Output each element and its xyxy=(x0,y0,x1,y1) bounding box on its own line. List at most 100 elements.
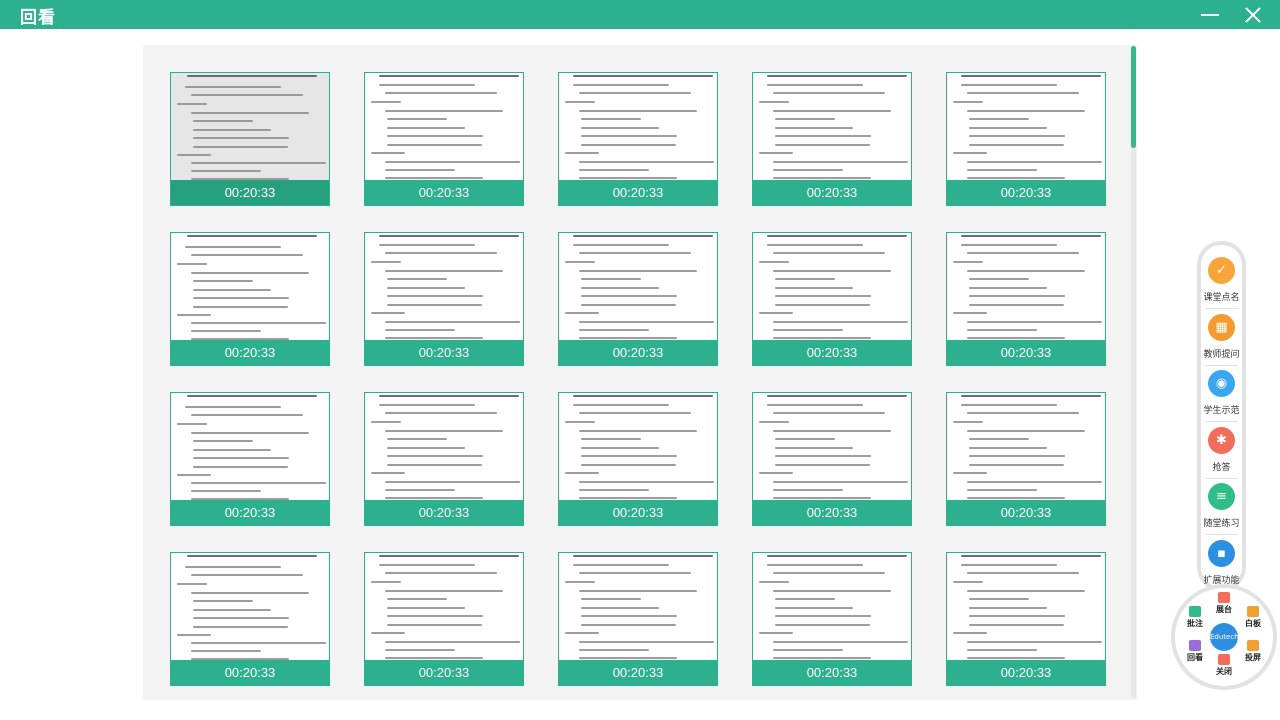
playback-thumbnail[interactable]: 00:20:33 xyxy=(170,552,330,686)
preview-text-line xyxy=(969,295,1065,297)
toolbar-item-buzzer[interactable]: ✱ 抢答 xyxy=(1201,423,1242,479)
preview-text-line xyxy=(387,304,482,306)
preview-text-line xyxy=(371,421,401,423)
wheel-item-booth[interactable]: 展台 xyxy=(1209,592,1239,618)
playback-thumbnail[interactable]: 00:20:33 xyxy=(170,232,330,366)
wheel-item-playback[interactable]: 回看 xyxy=(1180,640,1210,666)
preview-text-line xyxy=(387,455,483,457)
preview-text-line xyxy=(759,152,793,154)
preview-text-line xyxy=(565,101,595,103)
wheel-item-whiteboard[interactable]: 白板 xyxy=(1238,606,1268,632)
classroom-toolbar: ✓ 课堂点名 ▦ 教师提问 ◉ 学生示范 ✱ 抢答 ≡ 随堂练习 ▪ 扩展功能 xyxy=(1197,241,1246,591)
preview-text-line xyxy=(759,101,789,103)
playback-thumbnail[interactable]: 00:20:33 xyxy=(170,392,330,526)
preview-text-line xyxy=(961,564,1057,566)
wheel-item-annotate[interactable]: 批注 xyxy=(1180,606,1210,632)
playback-thumbnail[interactable]: 00:20:33 xyxy=(752,232,912,366)
thumbnail-timestamp: 00:20:33 xyxy=(947,340,1105,365)
preview-text-line xyxy=(581,135,677,137)
preview-text-line xyxy=(581,295,677,297)
preview-text-line xyxy=(385,657,483,659)
preview-text-line xyxy=(193,137,289,139)
scrollbar[interactable] xyxy=(1131,46,1136,698)
minimize-button[interactable] xyxy=(1190,0,1230,29)
toolbar-item-teacher-question[interactable]: ▦ 教师提问 xyxy=(1201,310,1242,366)
preview-text-line xyxy=(767,555,907,557)
preview-text-line xyxy=(969,615,1065,617)
playback-thumbnail[interactable]: 00:20:33 xyxy=(558,72,718,206)
preview-text-line xyxy=(969,118,1029,120)
preview-text-line xyxy=(773,92,885,94)
preview-text-line xyxy=(387,447,465,449)
preview-text-line xyxy=(581,607,659,609)
playback-thumbnail[interactable]: 00:20:33 xyxy=(946,72,1106,206)
preview-text-line xyxy=(775,287,853,289)
playback-icon xyxy=(1189,640,1201,651)
preview-text-line xyxy=(953,581,983,583)
preview-text-line xyxy=(969,304,1064,306)
playback-thumbnail[interactable]: 00:20:33 xyxy=(364,232,524,366)
playback-thumbnail[interactable]: 00:20:33 xyxy=(752,552,912,686)
playback-thumbnail[interactable]: 00:20:33 xyxy=(946,552,1106,686)
preview-text-line xyxy=(581,118,641,120)
preview-text-line xyxy=(767,84,863,86)
preview-text-line xyxy=(969,287,1047,289)
preview-text-line xyxy=(579,657,677,659)
thumbnail-timestamp: 00:20:33 xyxy=(559,500,717,525)
preview-text-line xyxy=(767,244,863,246)
wheel-item-label: 投屏 xyxy=(1245,653,1261,662)
preview-text-line xyxy=(385,572,497,574)
preview-text-line xyxy=(379,84,475,86)
preview-text-line xyxy=(773,161,908,163)
preview-text-line xyxy=(775,118,835,120)
preview-text-line xyxy=(953,261,983,263)
playback-thumbnail[interactable]: 00:20:33 xyxy=(752,72,912,206)
thumbnail-timestamp: 00:20:33 xyxy=(947,500,1105,525)
playback-thumbnail[interactable]: 00:20:33 xyxy=(364,552,524,686)
preview-text-line xyxy=(775,304,870,306)
preview-text-line xyxy=(767,564,863,566)
preview-text-line xyxy=(191,170,261,172)
preview-text-line xyxy=(969,278,1029,280)
close-window-button[interactable] xyxy=(1232,0,1272,29)
preview-text-line xyxy=(387,615,483,617)
playback-thumbnail[interactable]: 00:20:33 xyxy=(364,392,524,526)
playback-thumbnail[interactable]: 00:20:33 xyxy=(558,232,718,366)
preview-text-line xyxy=(579,92,691,94)
toolbar-item-practice[interactable]: ≡ 随堂练习 xyxy=(1201,479,1242,535)
wheel-item-screen-cast[interactable]: 投屏 xyxy=(1238,640,1268,666)
preview-text-line xyxy=(773,572,885,574)
preview-text-line xyxy=(191,414,303,416)
preview-text-line xyxy=(579,430,697,432)
toolbar-item-student-demo[interactable]: ◉ 学生示范 xyxy=(1201,366,1242,422)
preview-text-line xyxy=(581,278,641,280)
preview-text-line xyxy=(387,278,447,280)
thumbnail-timestamp: 00:20:33 xyxy=(559,180,717,205)
toolbar-item-roll-call[interactable]: ✓ 课堂点名 xyxy=(1201,253,1242,309)
preview-text-line xyxy=(775,447,853,449)
preview-text-line xyxy=(759,472,793,474)
preview-text-line xyxy=(191,482,326,484)
preview-text-line xyxy=(573,395,713,397)
scrollbar-thumb[interactable] xyxy=(1131,46,1136,148)
preview-text-line xyxy=(565,421,595,423)
preview-text-line xyxy=(387,135,483,137)
preview-text-line xyxy=(187,395,317,397)
slide-preview xyxy=(753,393,911,500)
playback-thumbnail[interactable]: 00:20:33 xyxy=(170,72,330,206)
playback-thumbnail[interactable]: 00:20:33 xyxy=(946,232,1106,366)
preview-text-line xyxy=(371,261,401,263)
preview-text-line xyxy=(579,497,677,499)
preview-text-line xyxy=(191,322,326,324)
preview-text-line xyxy=(581,598,641,600)
playback-thumbnail[interactable]: 00:20:33 xyxy=(752,392,912,526)
slide-preview xyxy=(559,73,717,180)
thumbnail-timestamp: 00:20:33 xyxy=(753,660,911,685)
playback-thumbnail[interactable]: 00:20:33 xyxy=(364,72,524,206)
playback-thumbnail[interactable]: 00:20:33 xyxy=(946,392,1106,526)
preview-text-line xyxy=(191,642,326,644)
playback-thumbnail[interactable]: 00:20:33 xyxy=(558,392,718,526)
preview-text-line xyxy=(387,598,447,600)
playback-thumbnail[interactable]: 00:20:33 xyxy=(558,552,718,686)
preview-text-line xyxy=(759,312,793,314)
